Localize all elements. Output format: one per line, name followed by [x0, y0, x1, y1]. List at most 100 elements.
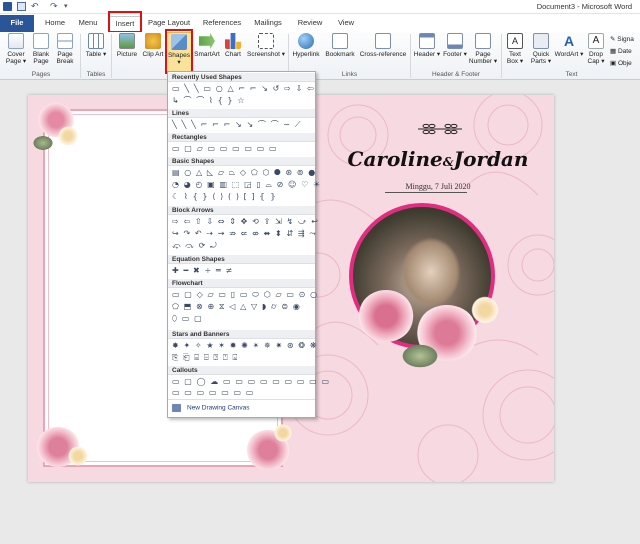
wedding-date: Minggu, 7 Juli 2020	[405, 182, 471, 191]
drop-cap-button[interactable]: A Drop Cap ▾	[585, 32, 607, 72]
chart-label: Chart	[225, 51, 241, 58]
flower-cluster-bottom-left	[66, 445, 90, 467]
screenshot-icon	[258, 33, 274, 49]
tab-menu[interactable]: Menu	[73, 16, 103, 32]
tab-mailings[interactable]: Mailings	[250, 16, 286, 32]
quick-parts-button[interactable]: Quick Parts ▾	[528, 32, 554, 72]
callouts-section-header: Callouts	[168, 366, 315, 375]
table-icon	[88, 33, 104, 49]
flowchart-row[interactable]: ⬠ ⬒ ⊗ ⊕ ⧖ ◁ △ ▽ ◗ ⌭ ⊜ ◉	[172, 302, 301, 312]
cross-reference-label: Cross-reference	[359, 51, 407, 58]
text-box-button[interactable]: A Text Box ▾	[503, 32, 527, 72]
lines-row[interactable]: ╲ ╲ ╲ ⌐ ⌐ ⌐ ↘ ↘ ⌒ ⌒ ∼ ⟋	[172, 120, 302, 130]
block-arrows-row[interactable]: ⇨ ⇦ ⇧ ⇩ ⇔ ⇕ ✥ ⟲ ⇪ ⇲ ↯ ⤻ ↩	[172, 217, 319, 227]
block-arrows-row[interactable]: ↪ ↷ ↶ ⇢ ⇝ ⇏ ⇍ ⇎ ⬌ ⬍ ⇵ ⇶ ⤳	[172, 229, 317, 239]
basic-shapes-row[interactable]: ◔ ◕ ◴ ▣ ▥ ⬚ ◲ ▯ ⌓ ⊘ ☺ ♡ ☀	[172, 180, 321, 190]
clip-art-button[interactable]: Clip Art	[142, 32, 164, 72]
signature-line-button[interactable]: ✎ Signa	[610, 34, 634, 46]
basic-shapes-row[interactable]: ▤ ○ △ ◺ ▱ ⏢ ◇ ⬠ ⬡ ⯃ ⊛ ⊚ ●	[172, 168, 316, 178]
callouts-row[interactable]: ▭ ▭ ▭ ▭ ▭ ▭ ▭	[172, 388, 254, 398]
screenshot-button[interactable]: Screenshot ▾	[246, 32, 286, 72]
text-group-label: Text	[565, 71, 578, 78]
bride-name: Caroline	[347, 147, 443, 171]
rectangles-row[interactable]: ▭ ▢ ▱ ▭ ▭ ▭ ▭ ▭ ▭	[172, 144, 278, 154]
quick-parts-icon	[533, 33, 549, 49]
page-break-label: Page Break	[56, 51, 74, 65]
flower-cluster-top-left	[56, 125, 80, 147]
photo-highlight	[401, 237, 461, 307]
stars-banners-row[interactable]: ✸ ✦ ✧ ★ ✶ ✹ ✺ ✴ ✵ ✷ ⊛ ❂ ❋	[172, 341, 318, 351]
hyperlink-label: Hyperlink	[292, 51, 320, 58]
insert-tab-highlight	[108, 11, 142, 33]
bookmark-button[interactable]: Bookmark	[323, 32, 357, 72]
recent-shapes-row[interactable]: ▭ ╲ ╲ ▭ ○ △ ⌐ ⌐ ↘ ↺ ⇨ ⇩ ⇦	[172, 84, 315, 94]
drawing-canvas-icon	[172, 404, 181, 412]
drop-cap-label: Drop Cap ▾	[587, 51, 605, 65]
hyperlink-button[interactable]: Hyperlink	[291, 32, 321, 72]
clip-art-icon	[145, 33, 161, 49]
smartart-icon	[199, 33, 215, 49]
cross-reference-button[interactable]: Cross-reference	[358, 32, 408, 72]
tab-home[interactable]: Home	[38, 16, 72, 32]
table-button[interactable]: Table ▾	[84, 32, 108, 72]
window-title: Document3 - Microsoft Word	[536, 2, 632, 11]
group-separator	[410, 34, 411, 78]
new-drawing-canvas-item[interactable]: New Drawing Canvas	[172, 404, 250, 412]
drop-cap-icon: A	[588, 33, 604, 49]
block-arrows-section-header: Block Arrows	[168, 206, 315, 215]
table-label: Table ▾	[85, 51, 107, 58]
flowchart-row[interactable]: ⬯ ▭ ▢	[172, 314, 203, 324]
clip-art-label: Clip Art	[142, 51, 164, 58]
picture-button[interactable]: Picture	[114, 32, 140, 72]
date-time-icon: ▦	[610, 48, 618, 55]
smartart-label: SmartArt	[194, 51, 220, 58]
page-break-button[interactable]: Page Break	[53, 32, 77, 72]
basic-shapes-section-header: Basic Shapes	[168, 157, 315, 166]
block-arrows-row[interactable]: ⤽ ⤼ ⟳ ⤾	[172, 241, 218, 251]
chart-button[interactable]: Chart	[222, 32, 244, 72]
header-button[interactable]: Header ▾	[413, 32, 441, 72]
new-drawing-canvas-label: New Drawing Canvas	[187, 404, 250, 412]
page-number-label: Page Number ▾	[468, 51, 498, 65]
date-time-label: Date	[617, 48, 632, 55]
tab-references[interactable]: References	[199, 16, 245, 32]
chart-icon	[225, 33, 241, 49]
tables-group-label: Tables	[86, 71, 106, 78]
cover-page-icon	[8, 33, 24, 49]
object-icon: ▣	[610, 60, 618, 67]
stars-banners-row[interactable]: ⎘ ⎗ ⌸ ⌹ ⍰ ⍞ ⌺	[172, 353, 238, 363]
tab-file[interactable]: File	[0, 15, 34, 32]
tab-view[interactable]: View	[333, 16, 359, 32]
dropdown-separator	[168, 399, 315, 400]
flowchart-row[interactable]: ▭ ▢ ◇ ▱ ▭ ▯ ▭ ⬭ ⬡ ▱ ▭ ⊙ ○	[172, 290, 318, 300]
basic-shapes-row[interactable]: ☾ ⌇ { } ⟨ ⟩ ( ) [ ] ⦃ ⦄	[172, 192, 277, 202]
flowchart-section-header: Flowchart	[168, 279, 315, 288]
tab-review[interactable]: Review	[292, 16, 328, 32]
wordart-icon: A	[563, 33, 575, 49]
text-box-label: Text Box ▾	[506, 51, 524, 65]
blank-page-label: Blank Page	[32, 51, 50, 65]
page-number-button[interactable]: Page Number ▾	[468, 32, 498, 72]
group-separator	[111, 34, 112, 78]
group-separator	[80, 34, 81, 78]
date-time-button[interactable]: ▦ Date	[610, 46, 634, 58]
smartart-button[interactable]: SmartArt	[194, 32, 220, 72]
screenshot-label: Screenshot ▾	[247, 51, 285, 58]
blank-page-button[interactable]: Blank Page	[30, 32, 52, 72]
couple-names: Caroline&Jordan	[328, 147, 548, 171]
object-button[interactable]: ▣ Obje	[610, 58, 634, 70]
footer-label: Footer ▾	[443, 51, 467, 58]
callouts-row[interactable]: ▭ ▢ ◯ ☁ ▭ ▭ ▭ ▭ ▭ ▭ ▭ ▭ ▭	[172, 377, 330, 387]
shapes-gallery-dropdown[interactable]: Recently Used Shapes ▭ ╲ ╲ ▭ ○ △ ⌐ ⌐ ↘ ↺…	[167, 71, 329, 418]
recent-shapes-row[interactable]: ↳ ⌒ ⌒ ⌇ { } ☆	[172, 96, 246, 106]
equation-shapes-row[interactable]: ✚ ━ ✖ ÷ ═ ≠	[172, 266, 233, 276]
flower-cluster-top-left	[32, 135, 54, 151]
equation-shapes-section-header: Equation Shapes	[168, 255, 315, 264]
hyperlink-icon	[298, 33, 314, 49]
quick-parts-label: Quick Parts ▾	[530, 51, 552, 65]
footer-button[interactable]: Footer ▾	[442, 32, 468, 72]
picture-label: Picture	[116, 51, 138, 58]
wordart-button[interactable]: A WordArt ▾	[554, 32, 584, 72]
cover-page-button[interactable]: Cover Page ▾	[3, 32, 29, 72]
shapes-button-highlight	[165, 29, 193, 74]
